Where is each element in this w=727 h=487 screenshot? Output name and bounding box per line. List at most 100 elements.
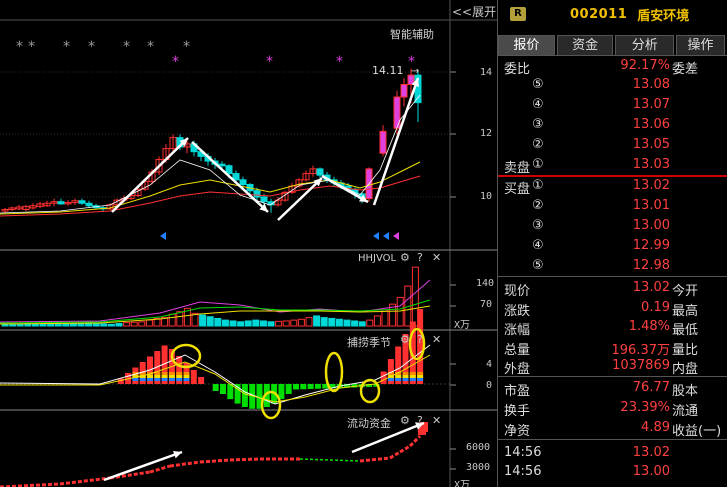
candle-down: [232, 173, 240, 181]
tab-quote[interactable]: 报价: [498, 35, 555, 55]
sell-level-number: ①: [532, 157, 544, 172]
season-bar-stripe: [154, 378, 161, 381]
stock-header: R 002011 盾安环境: [498, 0, 727, 28]
volume-bar-down: [199, 314, 207, 327]
volume-bar-down: [252, 319, 260, 327]
flow-segment-up: [389, 450, 401, 460]
sell-level-number: ⑤: [532, 77, 544, 92]
kline-chart-area[interactable]: * * * * * * * * * * * → <<展开 智能辅助 14.11 14 12 10 HH…: [0, 0, 497, 487]
stat-label-2: 今开: [672, 284, 699, 299]
signal-flag: [160, 232, 166, 240]
signal-star-marker: *: [266, 54, 273, 70]
season-axis-4: 4: [486, 359, 493, 370]
price-high-label: 14.11: [372, 64, 404, 77]
buy-level-row: ③ 13.00: [498, 217, 727, 236]
tick-price: 13.00: [632, 464, 670, 479]
stat-label-2: 量比: [672, 342, 699, 358]
volume-bar-up: [381, 309, 389, 327]
vol-help-icon[interactable]: ?: [417, 251, 423, 264]
stat-label-2: 最低: [672, 323, 699, 338]
season-close-icon[interactable]: ✕: [432, 333, 441, 346]
season-bar-stripe: [139, 378, 146, 381]
weicha-label: 委差: [672, 62, 699, 77]
season-bar-stripe: [168, 375, 175, 378]
season-help-icon[interactable]: ?: [417, 333, 423, 346]
stat-label: 市盈: [504, 384, 531, 399]
volume-bar-down: [1, 323, 9, 327]
volume-bar-up: [366, 319, 374, 327]
sell-level-price: 13.07: [632, 97, 670, 112]
volume-bar-down: [313, 315, 321, 327]
stat-label: 总量: [504, 342, 531, 358]
buy-level-price: 13.02: [632, 178, 670, 193]
price-axis-10: 10: [480, 191, 493, 202]
volume-ma-pink: [0, 279, 431, 323]
candle-down: [316, 168, 324, 176]
volume-bar-up: [290, 319, 298, 327]
season-bar-negative: [307, 384, 314, 389]
flow-arrow-up-head: [173, 451, 182, 459]
sell-level-price: 13.06: [632, 117, 670, 132]
candle-up: [393, 96, 401, 129]
volume-bar-down: [115, 322, 123, 327]
season-gear-icon[interactable]: ⚙: [400, 333, 410, 346]
weibi-row: 委比 92.17% 委差: [498, 57, 727, 77]
season-bar-stripe: [387, 378, 394, 381]
season-bar-stripe: [168, 378, 175, 381]
season-bar-negative: [227, 384, 234, 400]
sell-level-row: 卖盘 ① 13.03: [498, 156, 727, 176]
season-pane-title: 捕捞季节: [347, 336, 391, 349]
stat-row: 换手 23.39% 流通: [498, 399, 727, 419]
buy-level-row: ⑤ 12.98: [498, 257, 727, 276]
tick-row: 14:56 13.00: [498, 463, 727, 482]
season-line-yellow: [0, 354, 431, 403]
vol-close-icon[interactable]: ✕: [432, 251, 441, 264]
volume-bar-up: [145, 319, 153, 327]
stat-label: 换手: [504, 404, 531, 419]
tick-time: 14:56: [504, 445, 542, 460]
flow-segment-up: [169, 460, 201, 468]
candle-down: [260, 196, 268, 203]
sell-level-row: ② 13.05: [498, 136, 727, 155]
volume-bar-up: [282, 320, 290, 327]
buy-level-row: ④ 12.99: [498, 237, 727, 256]
tab-operation[interactable]: 操作: [676, 35, 726, 55]
star-marker: *: [183, 39, 190, 55]
star-marker: *: [147, 39, 154, 55]
tab-analysis[interactable]: 分析: [615, 35, 675, 55]
season-bar-negative: [285, 384, 292, 394]
season-bar-stripe: [147, 375, 153, 378]
flow-close-icon[interactable]: ✕: [432, 414, 441, 427]
sell-level-price: 13.03: [632, 157, 670, 172]
stat-value: 1.48%: [628, 319, 670, 334]
signal-star-marker: *: [172, 54, 179, 70]
expand-button[interactable]: <<展开: [452, 3, 496, 20]
volume-bar-up: [168, 313, 176, 327]
stat-value: 196.37万: [611, 342, 671, 358]
sell-level-number: ③: [532, 117, 544, 132]
season-bar-stripe: [132, 378, 139, 381]
season-bar-stripe: [183, 372, 190, 375]
stat-value: 23.39%: [620, 400, 670, 415]
flow-help-icon[interactable]: ?: [417, 414, 423, 427]
season-bar-stripe: [417, 378, 424, 381]
stat-label: 净资: [504, 424, 531, 439]
season-bar-stripe: [409, 375, 416, 378]
ticks-divider: [498, 439, 727, 440]
flow-segment-up: [199, 458, 231, 464]
candle-down: [78, 200, 86, 204]
volume-bar-down: [92, 322, 100, 327]
price-axis-12: 12: [480, 128, 493, 139]
season-bar-negative: [314, 384, 321, 389]
flow-segment-down: [329, 459, 361, 462]
vol-gear-icon[interactable]: ⚙: [400, 251, 410, 264]
season-bar-stripe: [161, 375, 168, 378]
volume-bar-down: [259, 320, 267, 327]
season-bar-negative: [300, 384, 307, 390]
flow-gear-icon[interactable]: ⚙: [400, 414, 410, 427]
buy-level-price: 12.99: [632, 238, 670, 253]
season-bar-stripe: [417, 375, 424, 378]
stat-label: 涨幅: [504, 323, 531, 338]
tab-funds[interactable]: 资金: [556, 35, 614, 55]
volume-bar-down: [69, 323, 77, 327]
